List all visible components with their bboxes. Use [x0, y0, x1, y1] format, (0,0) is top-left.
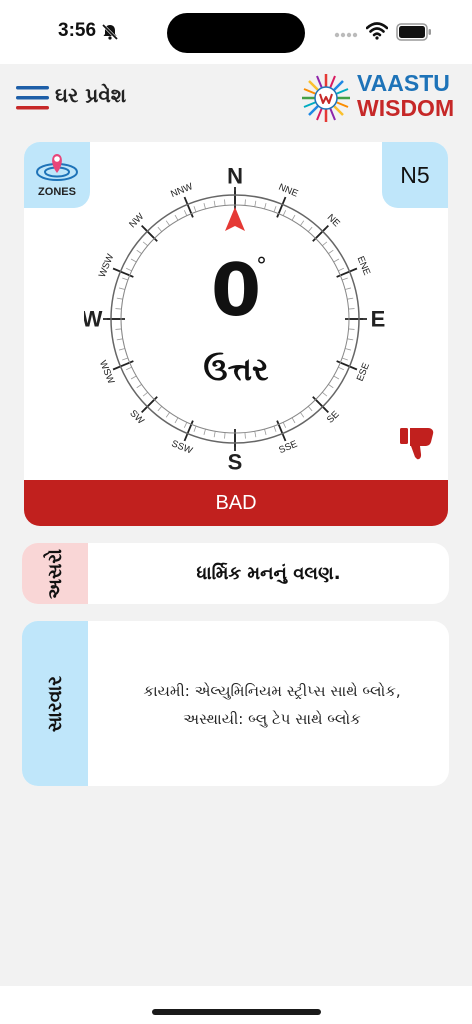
compass-tick — [307, 226, 313, 232]
compass-tick — [273, 425, 277, 432]
zone-badge: N5 — [382, 142, 448, 208]
compass-tick — [174, 214, 179, 221]
effect-tab: અસરો — [22, 543, 88, 604]
compass-tick — [322, 391, 328, 397]
silent-bell-icon — [101, 23, 119, 41]
compass-tick — [183, 210, 188, 216]
hamburger-menu-icon[interactable] — [16, 84, 50, 112]
compass-tick — [157, 226, 163, 232]
compass-tick — [183, 422, 188, 428]
compass-intercardinal-label: SSE — [277, 439, 299, 456]
verdict-banner: BAD — [24, 480, 448, 526]
remedy-line-2: અસ્થાયી: બ્લુ ટેપ સાથે બ્લોક — [183, 710, 361, 728]
compass-major-tick — [141, 396, 158, 413]
compass-tick — [273, 206, 277, 213]
compass-tick — [213, 431, 216, 438]
compass-tick — [193, 425, 197, 432]
zones-map-pin-icon — [36, 154, 78, 181]
compass-intercardinal-label: SSW — [170, 438, 194, 456]
logo-text-wisdom: WISDOM — [357, 95, 455, 121]
compass-tick — [142, 241, 148, 247]
compass-tick — [300, 220, 305, 226]
compass-major-tick — [141, 225, 158, 242]
wifi-icon — [366, 22, 388, 40]
compass-tick — [347, 338, 354, 341]
compass-tick — [203, 202, 206, 209]
compass-tick — [244, 199, 246, 206]
compass-intercardinal-label: NNW — [169, 181, 194, 200]
compass-tick — [264, 429, 267, 436]
zones-label: ZONES — [38, 186, 76, 198]
compass-tick — [291, 417, 296, 424]
compass-card: ZONES N5 N E S W NNE NE ENE ESE SE SSE SSW SW WSW WSW… — [24, 142, 448, 526]
logo-text-vaastu: VAASTU — [357, 70, 450, 96]
dynamic-island — [167, 13, 305, 53]
compass-tick — [254, 200, 257, 207]
compass-tick — [142, 391, 148, 397]
heading-degree: 0 — [210, 248, 262, 332]
compass-tick — [224, 432, 226, 439]
compass-tick — [282, 422, 287, 428]
compass-cardinal-label: S — [228, 450, 243, 471]
remedy-line-1: કાયમી: એલ્યુમિનિયમ સ્ટ્રીપ્સ સાથે બ્લોક, — [143, 682, 401, 700]
compass-tick — [174, 417, 179, 424]
home-indicator[interactable] — [152, 1009, 321, 1015]
effect-card: અસરો ધાર્મિક મનનું વલણ. — [22, 543, 449, 604]
direction-name: ઉત્તર — [203, 350, 269, 388]
effect-label: અસરો — [44, 548, 66, 599]
page-title: ઘર પ્રવેશ — [55, 83, 127, 107]
effect-text: ધાર્મિક મનનું વલણ. — [196, 563, 341, 584]
remedy-tab: સારવાર — [22, 621, 88, 786]
compass-tick — [116, 338, 123, 341]
compass-tick — [165, 220, 170, 226]
compass-tick — [254, 431, 257, 438]
compass-major-tick — [312, 396, 329, 413]
compass-tick — [224, 199, 226, 206]
compass-intercardinal-label: NNE — [277, 182, 300, 200]
cellular-dots-icon — [334, 32, 358, 38]
degree-symbol: ° — [256, 254, 267, 279]
compass-cardinal-label: N — [227, 168, 243, 189]
compass-tick — [203, 429, 206, 436]
compass-tick — [264, 202, 267, 209]
compass-tick — [244, 432, 246, 439]
compass-tick — [213, 200, 216, 207]
north-pointer-icon — [225, 207, 245, 231]
compass-tick — [157, 406, 163, 412]
thumbs-down-icon — [400, 428, 434, 460]
remedy-label: સારવાર — [44, 675, 66, 732]
compass-major-tick — [312, 225, 329, 242]
battery-icon — [396, 23, 431, 41]
compass-tick — [307, 406, 313, 412]
remedy-card: સારવાર કાયમી: એલ્યુમિનિયમ સ્ટ્રીપ્સ સાથે… — [22, 621, 449, 786]
compass-tick — [282, 210, 287, 216]
zones-button[interactable]: ZONES — [24, 142, 90, 208]
compass-tick — [291, 214, 296, 221]
remedy-text: કાયમી: એલ્યુમિનિયમ સ્ટ્રીપ્સ સાથે બ્લોક,… — [102, 677, 442, 733]
compass-tick — [193, 206, 197, 213]
home-area — [0, 986, 472, 1024]
compass-tick — [322, 241, 328, 247]
compass-tick — [165, 412, 170, 418]
compass-tick — [300, 412, 305, 418]
status-time: 3:56 — [58, 20, 97, 41]
